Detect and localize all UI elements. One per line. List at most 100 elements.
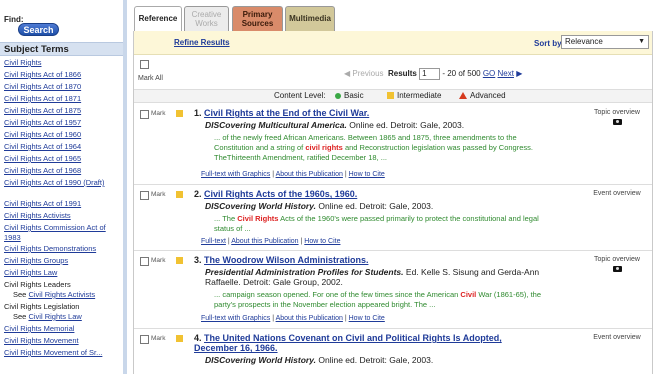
see-link[interactable]: Civil Rights Law xyxy=(28,312,81,321)
subject-term-link[interactable]: Civil Rights Act of 1957 xyxy=(0,117,123,129)
result-title-link[interactable]: Civil Rights at the End of the Civil War… xyxy=(204,108,369,118)
basic-level-icon xyxy=(335,92,341,99)
subject-term-link[interactable]: Civil Rights Act of 1866 xyxy=(0,69,123,81)
subject-term-link[interactable]: Civil Rights Act of 1990 (Draft) xyxy=(0,177,123,198)
chevron-down-icon: ▼ xyxy=(638,38,645,45)
result-snippet: ... of the newly freed African Americans… xyxy=(214,133,544,163)
subject-term-link[interactable]: Civil Rights Act of 1968 xyxy=(0,165,123,177)
tab-multimedia[interactable]: Multimedia xyxy=(285,6,335,31)
subject-term-link[interactable]: Civil Rights Law xyxy=(0,267,123,279)
mark-all-checkbox[interactable] xyxy=(140,60,149,69)
sort-select[interactable]: Relevance ▼ xyxy=(561,35,649,49)
subject-term-legislation: Civil Rights Legislation See Civil Right… xyxy=(0,301,123,323)
pagination: ◀ Previous Results 1 - 20 of 500 GO Next… xyxy=(344,68,522,80)
subject-term-label: Civil Rights Leaders xyxy=(4,280,71,289)
tab-primary-sources[interactable]: Primary Sources xyxy=(232,6,283,31)
how-to-cite-link[interactable]: How to Cite xyxy=(304,238,340,245)
advanced-level-icon xyxy=(459,92,467,100)
snippet-highlight: Civil xyxy=(460,290,477,299)
result-source: Presidential Administration Profiles for… xyxy=(205,267,545,287)
result-source: DISCovering World History. Online ed. De… xyxy=(205,201,433,211)
intermediate-level-icon xyxy=(176,110,183,117)
subject-term-link[interactable]: Civil Rights Demonstrations xyxy=(0,243,123,255)
result-type: Topic overview xyxy=(592,109,642,125)
next-icon[interactable]: ▶ xyxy=(516,69,522,78)
previous-link[interactable]: Previous xyxy=(352,69,383,78)
subject-term-link[interactable]: Civil Rights Movement xyxy=(0,335,123,347)
source-details: Online ed. Detroit: Gale, 2003. xyxy=(318,355,434,365)
result-source: DISCovering Multicultural America. Onlin… xyxy=(205,120,464,130)
about-publication-link[interactable]: About this Publication xyxy=(276,171,343,178)
mark-checkbox[interactable] xyxy=(140,191,149,200)
result-type-label: Event overview xyxy=(593,334,641,341)
content-level-label: Content Level: xyxy=(274,91,326,100)
subject-terms-header: Subject Terms xyxy=(0,42,123,56)
subject-term-link[interactable]: Civil Rights xyxy=(0,57,123,69)
result-item: Mark 3. The Woodrow Wilson Administratio… xyxy=(134,251,652,329)
mark-checkbox[interactable] xyxy=(140,257,149,266)
subject-term-link[interactable]: Civil Rights Act of 1875 xyxy=(0,105,123,117)
about-publication-link[interactable]: About this Publication xyxy=(276,315,343,322)
full-text-link[interactable]: Full-text with Graphics xyxy=(201,171,270,178)
legend-advanced: Advanced xyxy=(459,90,506,102)
mark-checkbox[interactable] xyxy=(140,335,149,344)
how-to-cite-link[interactable]: How to Cite xyxy=(349,315,385,322)
subject-term-link[interactable]: Civil Rights Act of 1960 xyxy=(0,129,123,141)
page-number-input[interactable]: 1 xyxy=(419,68,441,80)
mark-checkbox[interactable] xyxy=(140,110,149,119)
result-number: 1. xyxy=(194,108,202,118)
result-snippet: ... campaign season opened. For one of t… xyxy=(214,290,544,310)
full-text-link[interactable]: Full-text with Graphics xyxy=(201,315,270,322)
tab-reference[interactable]: Reference xyxy=(134,6,182,31)
full-text-link[interactable]: Full-text xyxy=(201,238,226,245)
result-type: Event overview xyxy=(592,190,642,198)
snippet-text: ... The xyxy=(214,214,236,223)
legend-basic-label: Basic xyxy=(344,91,364,100)
result-number: 3. xyxy=(194,255,202,265)
source-details: Online ed. Detroit: Gale, 2003. xyxy=(349,120,465,130)
subject-term-link[interactable]: Civil Rights Act of 1965 xyxy=(0,153,123,165)
intermediate-level-icon xyxy=(176,191,183,198)
result-number: 4. xyxy=(194,333,202,343)
results-panel: Refine Results Sort by: Relevance ▼ Mark… xyxy=(133,31,653,374)
subject-term-link[interactable]: Civil Rights Groups xyxy=(0,255,123,267)
how-to-cite-link[interactable]: How to Cite xyxy=(349,171,385,178)
result-item: Mark 1. Civil Rights at the End of the C… xyxy=(134,104,652,185)
see-reference: See Civil Rights Activists xyxy=(4,290,123,300)
result-title-link[interactable]: The United Nations Covenant on Civil and… xyxy=(194,333,502,353)
about-publication-link[interactable]: About this Publication xyxy=(231,238,298,245)
subject-term-link[interactable]: Civil Rights Act of 1964 xyxy=(0,141,123,153)
result-source: DISCovering World History. Online ed. De… xyxy=(205,355,433,365)
snippet-highlight: Civil Rights xyxy=(237,214,279,223)
go-button[interactable]: GO xyxy=(483,69,495,78)
mark-label: Mark xyxy=(151,257,166,264)
mark-label: Mark xyxy=(151,335,166,342)
result-links: Full-text with Graphics | About this Pub… xyxy=(201,171,385,178)
results-range: - 20 of 500 xyxy=(442,69,481,79)
source-title: DISCovering World History. xyxy=(205,201,316,211)
next-link[interactable]: Next xyxy=(498,69,514,78)
source-details: Online ed. Detroit: Gale, 2003. xyxy=(318,201,434,211)
sort-by-label: Sort by: xyxy=(534,39,565,48)
subject-term-link[interactable]: Civil Rights Movement of Sr... xyxy=(0,347,123,359)
refine-results-link[interactable]: Refine Results xyxy=(174,38,230,47)
subject-term-link[interactable]: Civil Rights Act of 1871 xyxy=(0,93,123,105)
snippet-text: ... campaign season opened. For one of t… xyxy=(214,290,459,299)
search-button[interactable]: Search xyxy=(18,23,59,36)
legend-advanced-label: Advanced xyxy=(470,91,506,100)
previous-icon: ◀ xyxy=(344,69,351,79)
subject-term-link[interactable]: Civil Rights Act of 1870 xyxy=(0,81,123,93)
subject-term-link[interactable]: Civil Rights Commission Act of 1983 xyxy=(0,222,123,243)
subject-term-link[interactable]: Civil Rights Act of 1991 xyxy=(0,198,123,210)
content-level-legend: Content Level: Basic Intermediate Advanc… xyxy=(134,89,652,103)
subject-term-link[interactable]: Civil Rights Activists xyxy=(0,210,123,222)
tab-creative-works[interactable]: Creative Works xyxy=(184,6,229,31)
mark-label: Mark xyxy=(151,191,166,198)
source-title: DISCovering World History. xyxy=(205,355,316,365)
see-link[interactable]: Civil Rights Activists xyxy=(28,290,95,299)
subject-sidebar: Find: Search Subject Terms Civil Rights … xyxy=(0,0,127,374)
result-title-link[interactable]: The Woodrow Wilson Administrations. xyxy=(204,255,368,265)
subject-term-link[interactable]: Civil Rights Memorial xyxy=(0,323,123,335)
result-title: 3. The Woodrow Wilson Administrations. xyxy=(194,255,368,265)
result-title-link[interactable]: Civil Rights Acts of the 1960s, 1960. xyxy=(204,189,357,199)
